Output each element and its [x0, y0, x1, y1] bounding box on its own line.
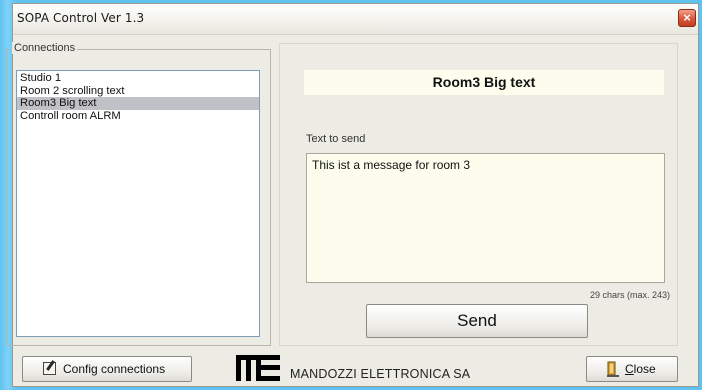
text-to-send-label: Text to send	[306, 133, 366, 145]
send-button[interactable]: Send	[366, 304, 588, 338]
list-item-selected[interactable]: Room3 Big text	[17, 97, 259, 110]
list-item[interactable]: Studio 1	[17, 72, 259, 85]
mandozzi-logo	[236, 355, 280, 381]
door-exit-icon	[607, 361, 619, 377]
room-title: Room3 Big text	[304, 70, 664, 95]
connections-list[interactable]: Studio 1 Room 2 scrolling text Room3 Big…	[16, 70, 260, 337]
config-connections-label: Config connections	[63, 362, 166, 376]
company-name: MANDOZZI ELETTRONICA SA	[290, 367, 471, 381]
list-item[interactable]: Controll room ALRM	[17, 110, 259, 123]
char-count: 29 chars (max. 243)	[589, 290, 670, 300]
close-label: Close	[625, 362, 656, 376]
list-item[interactable]: Room 2 scrolling text	[17, 85, 259, 98]
message-textarea[interactable]: This ist a message for room 3	[306, 153, 665, 283]
window-close-icon[interactable]: ×	[678, 9, 696, 27]
config-edit-icon	[43, 362, 56, 375]
config-connections-button[interactable]: Config connections	[22, 356, 192, 382]
title-bar[interactable]: SOPA Control Ver 1.3 ×	[13, 4, 698, 35]
close-button[interactable]: Close	[586, 356, 678, 382]
window-title: SOPA Control Ver 1.3	[17, 11, 145, 25]
connections-group-label: Connections	[12, 42, 78, 54]
